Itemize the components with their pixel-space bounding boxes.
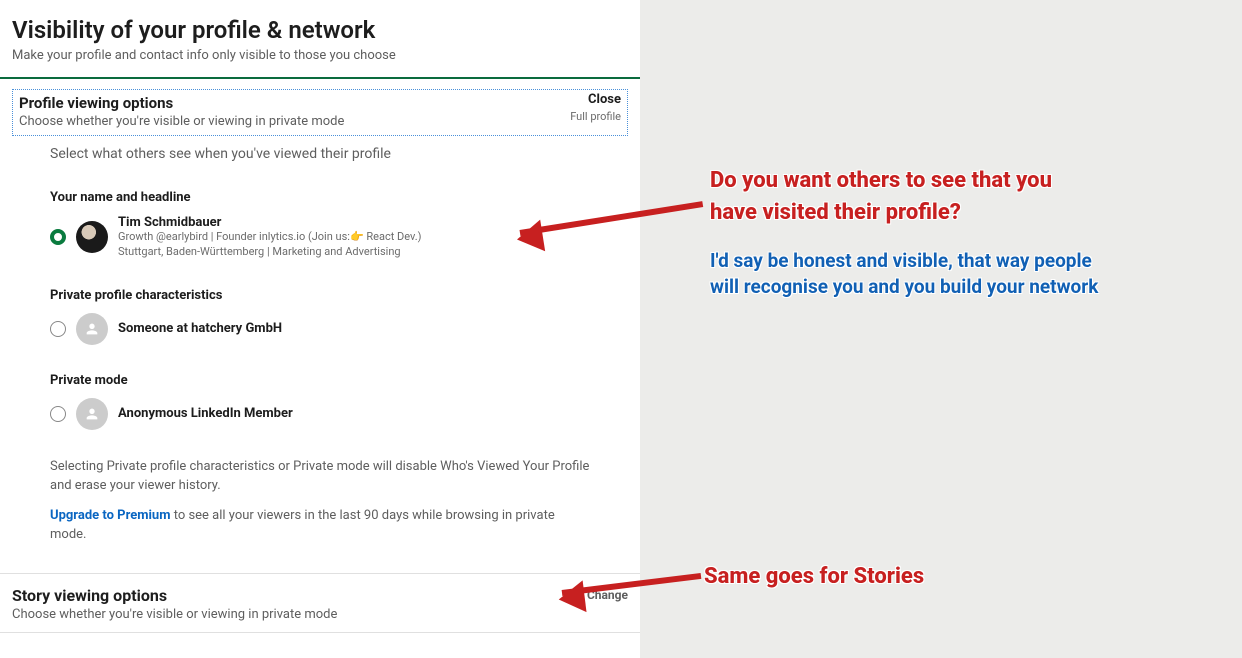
section-subtitle: Choose whether you're visible or viewing… [19, 114, 621, 129]
person-icon [76, 313, 108, 345]
radio-full-profile[interactable] [50, 229, 66, 245]
divider [0, 77, 640, 79]
person-icon [76, 398, 108, 430]
profile-location: Stuttgart, Baden-Württemberg | Marketing… [118, 245, 422, 260]
section-title: Profile viewing options [19, 94, 621, 112]
semi-private-text: Someone at hatchery GmbH [118, 321, 282, 336]
profile-headline: Growth @earlybird | Founder inlytics.io … [118, 230, 422, 245]
radio-private-mode[interactable] [50, 406, 66, 422]
disclaimer-text: Selecting Private profile characteristic… [50, 458, 590, 496]
avatar [76, 221, 108, 253]
option-full-profile: Your name and headline Tim Schmidbauer G… [50, 190, 590, 260]
annotation-answer-1b: will recognise you and you build your ne… [710, 274, 1098, 300]
annotation-question-1b: have visited their profile? [710, 198, 961, 228]
current-mode-label: Full profile [570, 110, 621, 123]
settings-panel: Visibility of your profile & network Mak… [0, 0, 640, 658]
annotation-question-1a: Do you want others to see that you [710, 166, 1052, 196]
radio-semi-private[interactable] [50, 321, 66, 337]
profile-name: Tim Schmidbauer [118, 215, 422, 230]
close-button[interactable]: Close [588, 92, 621, 107]
page-subtitle: Make your profile and contact info only … [12, 48, 628, 63]
option-label: Your name and headline [50, 190, 590, 205]
section-title: Story viewing options [12, 586, 628, 605]
upgrade-premium-link[interactable]: Upgrade to Premium [50, 508, 170, 523]
story-viewing-section: Story viewing options Choose whether you… [0, 573, 640, 637]
page-title: Visibility of your profile & network [12, 16, 628, 44]
upgrade-text: Upgrade to Premium to see all your viewe… [50, 507, 590, 545]
instruction-text: Select what others see when you've viewe… [50, 146, 590, 162]
option-label: Private profile characteristics [50, 288, 590, 303]
profile-viewing-section: Profile viewing options Choose whether y… [12, 89, 628, 136]
option-semi-private: Private profile characteristics Someone … [50, 288, 590, 345]
annotation-question-2: Same goes for Stories [704, 562, 924, 592]
private-mode-text: Anonymous LinkedIn Member [118, 406, 293, 421]
option-private-mode: Private mode Anonymous LinkedIn Member [50, 373, 590, 430]
options-content: Select what others see when you've viewe… [12, 146, 628, 545]
option-label: Private mode [50, 373, 590, 388]
section-subtitle: Choose whether you're visible or viewing… [12, 607, 628, 622]
annotation-answer-1a: I'd say be honest and visible, that way … [710, 248, 1092, 274]
